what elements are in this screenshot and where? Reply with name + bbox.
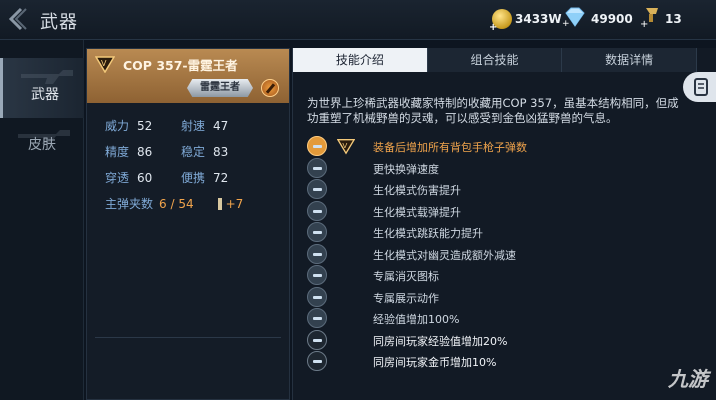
skill-row[interactable]: 生化模式跳跃能力提升 — [307, 222, 667, 242]
skill-row[interactable]: 经验值增加100% — [307, 308, 667, 328]
skill-row[interactable]: 生化模式对幽灵造成额外减速 — [307, 243, 667, 264]
stat-penetration: 穿透 60 — [105, 171, 153, 185]
skill-row[interactable]: 同房间玩家经验值增加20% — [307, 329, 667, 350]
ammo-bonus: +7 — [225, 197, 244, 211]
skill-icon — [307, 200, 327, 221]
diamond-value: 49900 — [591, 12, 633, 26]
tab-combo-skills[interactable]: 组合技能 — [427, 48, 563, 72]
weapon-header: V COP 357-雷霆王者 雷霆王者 — [87, 49, 289, 103]
weapon-name: COP 357-雷霆王者 — [123, 58, 238, 73]
skill-row[interactable]: 更快换弹速度 — [307, 157, 667, 178]
document-icon — [694, 78, 708, 96]
divider — [95, 337, 281, 338]
nav-item-label: 皮肤 — [28, 137, 56, 153]
gold-value: 3433W — [515, 12, 562, 26]
notes-button[interactable] — [683, 72, 716, 102]
left-nav: 武器 皮肤 — [0, 40, 84, 400]
tab-bar: 技能介绍 组合技能 数据详情 — [293, 48, 698, 72]
skill-row[interactable]: 生化模式载弹提升 — [307, 200, 667, 221]
skill-icon — [307, 265, 327, 285]
top-bar: 武器 3433W + 49900 + 13 — [0, 0, 716, 40]
v-rank-icon: V — [95, 56, 115, 73]
pass-currency[interactable]: + 13 — [640, 8, 682, 30]
skill-row[interactable]: 专属消灭图标 — [307, 265, 667, 285]
skill-row[interactable]: V 装备后增加所有背包手枪子弹数 — [307, 136, 667, 156]
pass-icon: + — [640, 6, 662, 32]
skill-icon — [307, 222, 327, 242]
skill-text: 同房间玩家金币增加10% — [373, 356, 497, 369]
tab-data-details[interactable]: 数据详情 — [562, 48, 698, 72]
skill-row[interactable]: 同房间玩家金币增加10% — [307, 351, 667, 371]
skill-icon — [307, 286, 327, 307]
svg-text:+: + — [640, 19, 648, 28]
skill-text: 同房间玩家经验值增加20% — [373, 334, 508, 348]
detail-panel: 技能介绍 组合技能 数据详情 为世界上珍稀武器收藏家特制的收藏用COP 357，… — [292, 48, 716, 400]
skill-text: 生化模式伤害提升 — [373, 184, 461, 197]
gold-coin-icon — [489, 9, 512, 33]
skill-text: 生化模式跳跃能力提升 — [373, 227, 483, 240]
stat-stability: 稳定 83 — [181, 145, 229, 159]
page-title: 武器 — [40, 12, 78, 33]
gold-currency[interactable]: 3433W — [489, 8, 562, 33]
skill-text: 专属展示动作 — [373, 291, 439, 305]
svg-text:V: V — [101, 59, 107, 68]
skill-icon — [307, 243, 327, 264]
bullet-icon — [217, 198, 222, 210]
weapon-description: 为世界上珍稀武器收藏家特制的收藏用COP 357，虽基本结构相同，但成功重塑了机… — [307, 96, 679, 125]
pass-value: 13 — [665, 12, 682, 26]
ammo-label: 主弹夹数 — [105, 197, 154, 211]
stat-portability: 便携 72 — [181, 171, 229, 185]
skill-icon — [307, 351, 327, 371]
skill-icon — [307, 179, 327, 199]
skill-text: 生化模式对幽灵造成额外减速 — [373, 248, 516, 262]
watermark-logo: 九游 — [668, 367, 708, 391]
skill-text: 装备后增加所有背包手枪子弹数 — [373, 141, 527, 154]
skill-icon — [307, 329, 327, 350]
title-badge: 雷霆王者 — [187, 79, 253, 97]
stat-fire-rate: 射速 47 — [181, 119, 229, 133]
v-rank-icon: V — [337, 139, 355, 155]
skill-row[interactable]: 生化模式伤害提升 — [307, 179, 667, 199]
diamond-icon: + — [562, 7, 588, 31]
skill-text: 专属消灭图标 — [373, 270, 439, 283]
stat-power: 威力 52 — [105, 119, 153, 133]
back-arrow-icon — [8, 7, 27, 31]
diamond-currency[interactable]: + 49900 — [562, 7, 633, 31]
skill-icon — [307, 308, 327, 328]
weapon-panel: V COP 357-雷霆王者 雷霆王者 威力 52 射速 47 精度 86 稳定 83 … — [86, 48, 290, 400]
back-button[interactable] — [6, 6, 28, 32]
skill-row[interactable]: 专属展示动作 — [307, 286, 667, 307]
skill-text: 生化模式载弹提升 — [373, 205, 461, 219]
skill-icon — [307, 157, 327, 178]
ammo-row: 主弹夹数 6 / 54 +7 — [105, 195, 243, 212]
nav-item-label: 武器 — [31, 87, 59, 103]
nav-item-skin[interactable]: 皮肤 — [0, 118, 84, 178]
svg-text:V: V — [342, 141, 347, 150]
ammo-value: 6 / 54 — [159, 197, 194, 211]
nav-item-weapon[interactable]: 武器 — [0, 58, 84, 118]
skill-icon — [307, 136, 327, 156]
rifle-icon — [21, 70, 73, 84]
skill-text: 经验值增加100% — [373, 313, 460, 326]
medal-icon[interactable] — [261, 79, 279, 97]
stat-accuracy: 精度 86 — [105, 145, 153, 159]
skill-text: 更快换弹速度 — [373, 162, 439, 176]
svg-text:+: + — [562, 19, 570, 27]
tab-skill-intro[interactable]: 技能介绍 — [293, 48, 428, 72]
